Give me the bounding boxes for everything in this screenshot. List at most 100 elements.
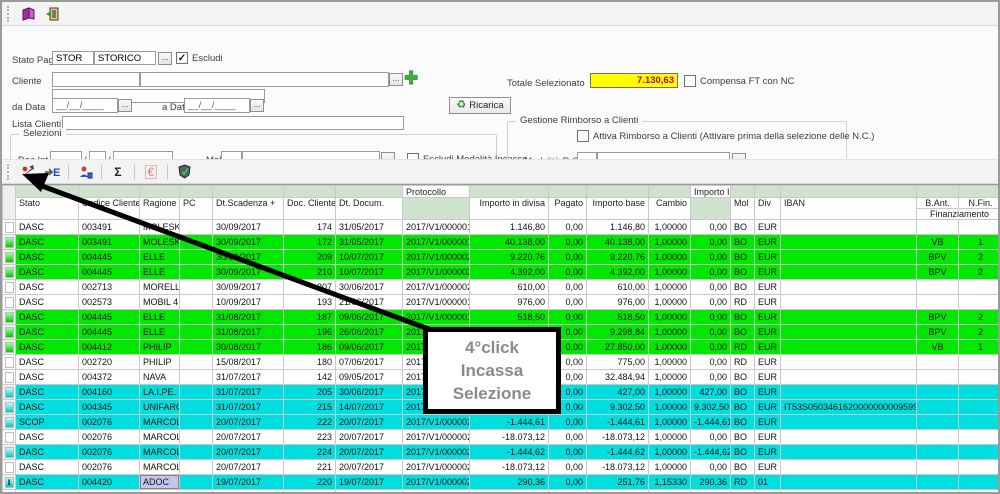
escludi-checkbox[interactable]: ✓ Escludi (176, 52, 223, 64)
cell-codice-cliente[interactable]: 002573 (79, 295, 140, 310)
cell-protocollo[interactable]: 2017/V1/00000220 (403, 475, 470, 490)
cell-pc[interactable] (180, 355, 213, 370)
cell-mol[interactable]: RD (731, 295, 755, 310)
cell-protocollo[interactable]: 2017/V1/00000207 (403, 280, 470, 295)
cell-codice-cliente[interactable]: 004372 (79, 370, 140, 385)
cell-codice-cliente[interactable]: 002713 (79, 280, 140, 295)
cell-n-fin[interactable] (959, 220, 1000, 235)
cell-stato[interactable]: DASC (16, 370, 79, 385)
cell-dt-docum[interactable]: 10/07/2017 (336, 265, 403, 280)
cell-dt-docum[interactable]: 20/07/2017 (336, 430, 403, 445)
help-book-button[interactable] (17, 4, 39, 24)
cell-div[interactable]: EUR (755, 250, 781, 265)
cell-n-fin[interactable]: 2 (959, 310, 1000, 325)
cell-dt-scadenza[interactable]: 10/09/2017 (213, 295, 284, 310)
exit-button[interactable] (41, 4, 63, 24)
cell-stato[interactable]: DASC (16, 475, 79, 490)
cell-importo-incasso[interactable]: 0,00 (691, 310, 731, 325)
header-band[interactable] (140, 186, 180, 198)
header-stato[interactable]: Stato (16, 198, 79, 220)
cell-protocollo[interactable]: 2017/V1/00000130 (403, 490, 470, 494)
cell-b-ant[interactable] (917, 295, 959, 310)
cell-pc[interactable] (180, 340, 213, 355)
cell-doc-cliente[interactable]: 142 (284, 370, 336, 385)
cell-protocollo[interactable]: 2017/V1/00000223 (403, 430, 470, 445)
cell-importo-incasso[interactable]: 0,00 (691, 460, 731, 475)
cell-importo-incasso[interactable]: 0,00 (691, 430, 731, 445)
cell-cambio[interactable]: 1,00000 (649, 235, 691, 250)
cell-div[interactable]: EUR (755, 355, 781, 370)
cell-n-fin[interactable] (959, 280, 1000, 295)
cell-pagato[interactable]: 0,00 (549, 250, 587, 265)
cell-dt-docum[interactable]: 07/06/2017 (336, 355, 403, 370)
cell-dt-scadenza[interactable]: 31/08/2017 (213, 325, 284, 340)
cell-mol[interactable]: BO (731, 445, 755, 460)
cell-dt-scadenza[interactable]: 30/09/2017 (213, 220, 284, 235)
header-codice-cliente[interactable]: Codice Cliente (79, 198, 140, 220)
cell-importo-divisa[interactable]: -1.444,62 (470, 445, 549, 460)
cell-pc[interactable] (180, 310, 213, 325)
toolbar-gripper[interactable] (7, 164, 11, 180)
cell-pc[interactable] (180, 280, 213, 295)
cell-importo-base[interactable]: 27.850,00 (587, 340, 649, 355)
cell-importo-incasso[interactable]: 0,00 (691, 370, 731, 385)
cell-iban[interactable] (781, 295, 917, 310)
stato-pag-code-field[interactable]: STOR (52, 51, 94, 65)
cell-importo-incasso[interactable]: 0,00 (691, 280, 731, 295)
row-selector[interactable] (3, 385, 16, 400)
cell-protocollo[interactable]: 2017/V1/00000222 (403, 415, 470, 430)
cell-doc-cliente[interactable]: 223 (284, 430, 336, 445)
cell-importo-divisa[interactable]: 372,10 (470, 490, 549, 494)
cell-cambio[interactable]: 1,00000 (649, 460, 691, 475)
cell-codice-cliente[interactable]: 004445 (79, 250, 140, 265)
cell-iban[interactable] (781, 340, 917, 355)
grid-row[interactable]: DASC002713MORELL30/09/201720730/06/20172… (3, 280, 1000, 295)
cell-importo-base[interactable]: 9.302,50 (587, 400, 649, 415)
cell-cambio[interactable]: 1,00000 (649, 445, 691, 460)
header-mol[interactable]: Mol (731, 198, 755, 220)
cell-ragione-sociale[interactable]: MOLESKI (140, 235, 180, 250)
cell-importo-incasso[interactable]: -1.444,61 (691, 415, 731, 430)
grid-row[interactable]: DASC002076MARCOLI20/07/201722120/07/2017… (3, 460, 1000, 475)
grid-row[interactable]: DASC002573MOBIL 410/09/201719321/06/2017… (3, 295, 1000, 310)
cell-dt-scadenza[interactable]: 30/09/2017 (213, 280, 284, 295)
cell-importo-base[interactable]: 610,00 (587, 280, 649, 295)
header-band[interactable] (403, 198, 470, 220)
cell-dt-docum[interactable]: 09/06/2017 (336, 340, 403, 355)
cell-mol[interactable]: BO (731, 430, 755, 445)
grid-row[interactable]: SCOP002076MARCOLI20/07/201722220/07/2017… (3, 415, 1000, 430)
cell-doc-cliente[interactable]: 205 (284, 385, 336, 400)
row-selector[interactable] (3, 490, 16, 494)
cell-importo-base[interactable]: -18.073,12 (587, 460, 649, 475)
cell-cambio[interactable]: 1,00000 (649, 295, 691, 310)
cell-dt-scadenza[interactable]: 30/08/2017 (213, 340, 284, 355)
cell-importo-base[interactable]: 251,76 (587, 475, 649, 490)
cell-iban[interactable] (781, 370, 917, 385)
cell-pc[interactable] (180, 385, 213, 400)
cell-doc-cliente[interactable]: 172 (284, 235, 336, 250)
cell-importo-divisa[interactable]: 518,50 (470, 310, 549, 325)
header-doc-cliente[interactable]: Doc. Cliente (284, 198, 336, 220)
cell-importo-base[interactable]: 518,50 (587, 310, 649, 325)
cell-pagato[interactable]: 0,00 (549, 220, 587, 235)
cell-importo-base[interactable]: 1.146,80 (587, 220, 649, 235)
cell-pc[interactable] (180, 445, 213, 460)
cell-protocollo[interactable]: 2017/V1/00000172 (403, 235, 470, 250)
cell-importo-base[interactable]: 427,00 (587, 385, 649, 400)
grid-row[interactable]: DASC002076MARCOLI20/07/201722320/07/2017… (3, 430, 1000, 445)
cell-ragione-sociale[interactable]: PHILIP (140, 340, 180, 355)
cell-div[interactable]: EUR (755, 490, 781, 494)
cell-ragione-sociale[interactable]: ELLE (140, 250, 180, 265)
header-band[interactable] (549, 186, 587, 198)
cell-ragione-sociale[interactable]: UNIFARC (140, 400, 180, 415)
da-data-browse-button[interactable]: ... (118, 99, 132, 112)
cell-stato[interactable]: DASC (16, 265, 79, 280)
cell-mol[interactable]: RD (731, 355, 755, 370)
cell-dt-docum[interactable]: 30/06/2017 (336, 280, 403, 295)
cell-importo-incasso[interactable]: 0,00 (691, 490, 731, 494)
row-selector[interactable] (3, 445, 16, 460)
cell-iban[interactable]: IT53S0503461620000000009599 (781, 400, 917, 415)
cell-importo-divisa[interactable]: 4.392,00 (470, 265, 549, 280)
add-cliente-button[interactable]: ✚ (404, 70, 418, 86)
header-importo-base[interactable]: Importo base (587, 198, 649, 220)
